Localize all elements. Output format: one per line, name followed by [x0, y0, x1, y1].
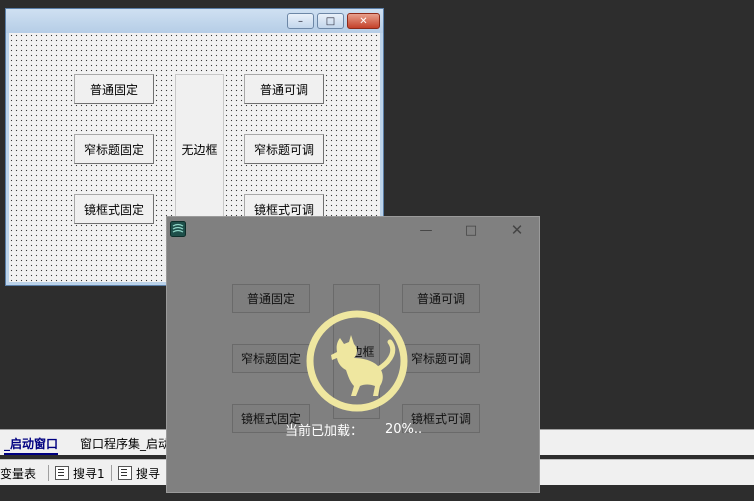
app-icon: [170, 221, 186, 237]
button-wubiankuang[interactable]: 无边框: [175, 74, 224, 224]
search-results-icon: [118, 466, 132, 480]
button-jingkuangshi-guding[interactable]: 镜框式固定: [74, 194, 154, 224]
close-icon[interactable]: ✕: [508, 221, 526, 239]
toolbar-separator: [111, 465, 112, 481]
close-icon[interactable]: ✕: [347, 13, 380, 29]
button-putong-guding[interactable]: 普通固定: [232, 284, 310, 313]
maximize-icon[interactable]: □: [317, 13, 344, 29]
variable-table-tool[interactable]: 变量表: [0, 464, 36, 482]
loading-percent: 20%..: [385, 421, 423, 437]
tab-window-module[interactable]: 窗口程序集_启动: [80, 433, 170, 453]
search1-label: 搜寻1: [73, 466, 105, 481]
button-zhaibiaoti-ketiao[interactable]: 窄标题可调: [244, 134, 324, 164]
search1-tool[interactable]: 搜寻1: [55, 464, 105, 482]
toolbar-separator: [48, 465, 49, 481]
search-results-icon: [55, 466, 69, 480]
designer-titlebar: – □ ✕: [6, 9, 383, 33]
cat-logo-icon: [306, 310, 408, 412]
button-zhaibiaoti-guding[interactable]: 窄标题固定: [232, 344, 310, 373]
button-putong-guding[interactable]: 普通固定: [74, 74, 154, 104]
tab-start-window[interactable]: _启动窗口: [4, 433, 59, 455]
loading-overlay-window: — □ ✕ 普通固定 窄标题固定 镜框式固定 无边框 普通可调 窄标题可调 镜框…: [166, 216, 540, 493]
search2-label: 搜寻: [136, 466, 161, 481]
minimize-icon[interactable]: –: [287, 13, 314, 29]
minimize-icon[interactable]: —: [417, 221, 435, 239]
variable-table-label: 变量表: [0, 466, 37, 481]
loading-status: 当前已加载： 20%..: [285, 419, 422, 439]
maximize-icon[interactable]: □: [462, 221, 480, 239]
search2-tool[interactable]: 搜寻: [118, 464, 160, 482]
button-zhaibiaoti-guding[interactable]: 窄标题固定: [74, 134, 154, 164]
button-zhaibiaoti-ketiao[interactable]: 窄标题可调: [402, 344, 480, 373]
button-putong-ketiao[interactable]: 普通可调: [244, 74, 324, 104]
button-putong-ketiao[interactable]: 普通可调: [402, 284, 480, 313]
loading-label: 当前已加载：: [285, 423, 364, 439]
